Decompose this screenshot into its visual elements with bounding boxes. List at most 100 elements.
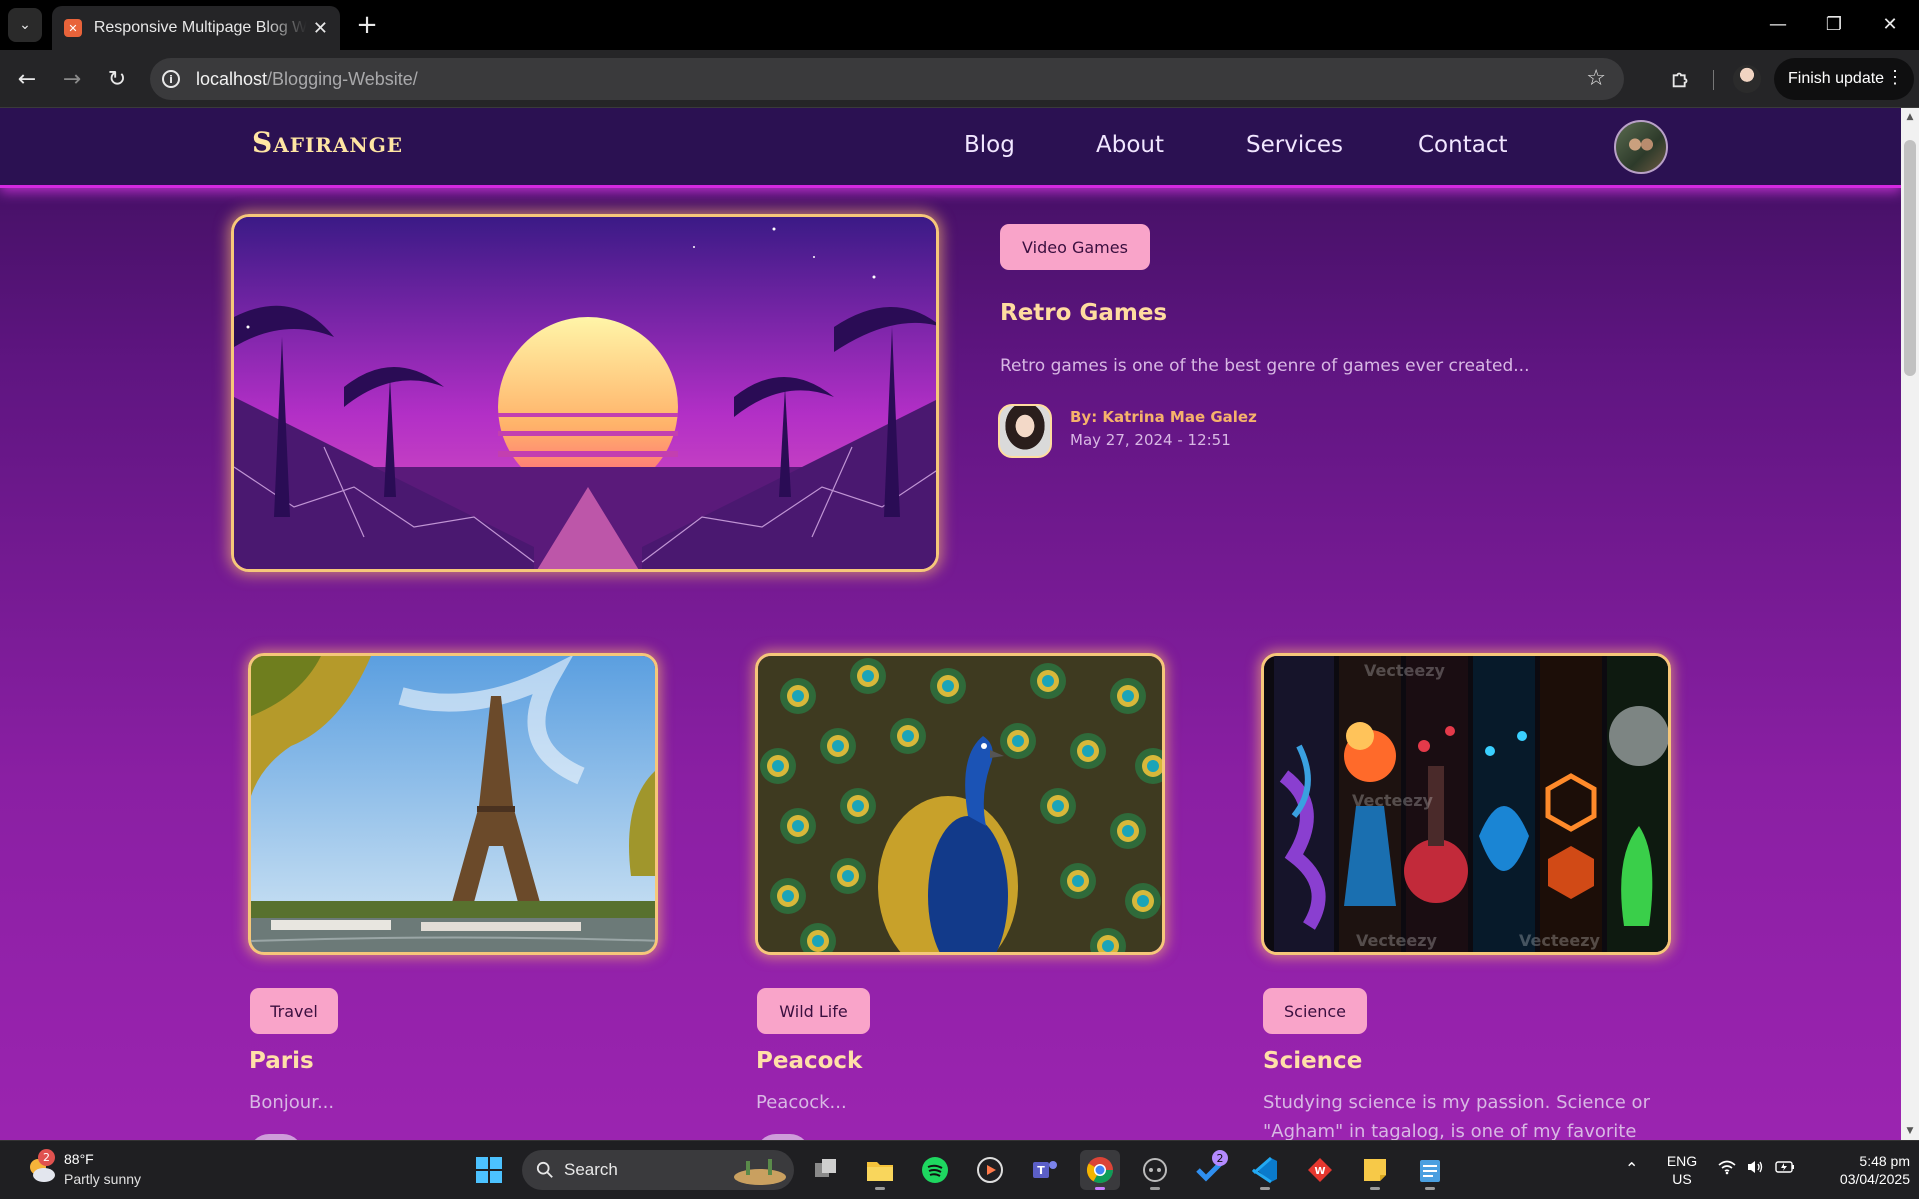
volume-icon[interactable] [1746, 1159, 1764, 1179]
post-image-peacock[interactable] [755, 653, 1165, 955]
windows-taskbar: 2 88°F Partly sunny Search T 2 W ⌃ ENG U… [0, 1140, 1919, 1199]
post-image-paris[interactable] [248, 653, 658, 955]
post-image-science[interactable]: Vecteezy Vecteezy Vecteezy Vecteezy [1261, 653, 1671, 955]
vecteezy-watermark: Vecteezy [1364, 661, 1446, 680]
minimize-icon[interactable]: — [1758, 8, 1798, 40]
wps-office-icon[interactable]: W [1300, 1150, 1340, 1190]
page-scrollbar[interactable]: ▲ ▼ [1901, 108, 1919, 1140]
address-bar[interactable]: i localhost/Blogging-Website/ ☆ [150, 58, 1624, 100]
running-indicator [1260, 1187, 1270, 1190]
category-badge-video-games[interactable]: Video Games [1000, 224, 1150, 270]
user-profile-avatar[interactable] [1614, 120, 1668, 174]
page-viewport: Safirange Blog About Services Contact Vi… [0, 108, 1919, 1140]
weather-temperature[interactable]: 88°F [64, 1151, 94, 1167]
post-excerpt-science: Studying science is my passion. Science … [1263, 1088, 1650, 1140]
post-excerpt-peacock: Peacock... [756, 1092, 847, 1113]
browser-tab-active[interactable]: ✕ Responsive Multipage Blog Website ✕ [52, 6, 340, 50]
sticky-notes-icon[interactable] [1355, 1150, 1395, 1190]
clock-date: 03/04/2025 [1839, 1171, 1910, 1187]
wifi-icon[interactable] [1718, 1159, 1736, 1179]
windows-start-icon[interactable] [469, 1150, 509, 1190]
vecteezy-watermark: Vecteezy [1519, 931, 1601, 950]
taskbar-search-label: Search [564, 1160, 618, 1179]
vscode-icon[interactable] [1245, 1150, 1285, 1190]
notepad-icon[interactable] [1410, 1150, 1450, 1190]
svg-text:W: W [1314, 1166, 1325, 1177]
forward-arrow-icon[interactable]: → [55, 62, 89, 96]
spotify-icon[interactable] [915, 1150, 955, 1190]
region-code: US [1672, 1171, 1692, 1187]
system-clock[interactable]: 5:48 pm 03/04/2025 [1810, 1152, 1910, 1188]
toolbar-separator [1713, 70, 1714, 90]
browser-toolbar: ← → ↻ i localhost/Blogging-Website/ ☆ Fi… [0, 50, 1919, 108]
back-arrow-icon[interactable]: ← [10, 62, 44, 96]
browser-profile-avatar[interactable] [1733, 65, 1761, 93]
nav-link-contact[interactable]: Contact [1418, 132, 1507, 158]
tab-title: Responsive Multipage Blog Website [93, 19, 307, 36]
clock-time: 5:48 pm [1859, 1153, 1910, 1169]
site-logo[interactable]: Safirange [252, 126, 403, 159]
browser-tab-strip: ⌄ ✕ Responsive Multipage Blog Website ✕ … [0, 0, 1919, 50]
scroll-down-arrow-icon[interactable]: ▼ [1901, 1122, 1919, 1140]
nav-link-blog[interactable]: Blog [964, 132, 1015, 158]
running-indicator [1150, 1187, 1160, 1190]
category-badge-science[interactable]: Science [1263, 988, 1367, 1034]
post-date: May 27, 2024 - 12:51 [1070, 431, 1231, 449]
search-highlight-image-icon [734, 1159, 786, 1185]
media-player-icon[interactable] [970, 1150, 1010, 1190]
post-excerpt-science-line2: "Agham" in tagalog, is one of my favorit… [1263, 1121, 1637, 1140]
more-menu-icon[interactable]: ⋮ [1886, 67, 1904, 88]
vecteezy-watermark: Vecteezy [1352, 791, 1434, 810]
featured-post-title[interactable]: Retro Games [1000, 300, 1167, 326]
taskbar-search-box[interactable]: Search [522, 1150, 794, 1190]
weather-notification-badge: 2 [38, 1149, 55, 1166]
battery-charging-icon[interactable] [1775, 1159, 1795, 1179]
file-explorer-icon[interactable] [860, 1150, 900, 1190]
xampp-favicon-icon: ✕ [64, 19, 82, 37]
task-view-icon[interactable] [806, 1150, 846, 1190]
search-icon [536, 1161, 553, 1178]
nav-link-services[interactable]: Services [1246, 132, 1343, 158]
category-badge-wild-life[interactable]: Wild Life [757, 988, 870, 1034]
running-indicator [875, 1187, 885, 1190]
author-avatar [998, 404, 1052, 458]
microsoft-teams-icon[interactable]: T [1025, 1150, 1065, 1190]
microsoft-todo-icon[interactable]: 2 [1190, 1150, 1230, 1190]
scroll-up-arrow-icon[interactable]: ▲ [1901, 108, 1919, 126]
post-title-science[interactable]: Science [1263, 1048, 1362, 1074]
tab-search-chevron-icon[interactable]: ⌄ [8, 8, 42, 42]
vecteezy-watermark: Vecteezy [1356, 931, 1438, 950]
extensions-puzzle-icon[interactable] [1664, 62, 1698, 96]
weather-condition[interactable]: Partly sunny [64, 1171, 141, 1187]
post-title-paris[interactable]: Paris [249, 1048, 314, 1074]
running-indicator [1370, 1187, 1380, 1190]
post-title-peacock[interactable]: Peacock [756, 1048, 862, 1074]
new-tab-plus-icon[interactable]: + [352, 10, 382, 40]
finish-update-button[interactable]: Finish update ⋮ [1774, 58, 1914, 100]
nav-link-about[interactable]: About [1096, 132, 1164, 158]
bookmark-star-icon[interactable]: ☆ [1586, 66, 1606, 91]
github-copilot-icon[interactable] [1135, 1150, 1175, 1190]
site-info-icon[interactable]: i [150, 70, 192, 88]
svg-text:T: T [1037, 1164, 1045, 1177]
post-excerpt-paris: Bonjour... [249, 1092, 335, 1113]
todo-badge: 2 [1212, 1150, 1228, 1166]
close-tab-icon[interactable]: ✕ [313, 18, 328, 39]
running-indicator [1095, 1187, 1105, 1190]
site-header: Safirange Blog About Services Contact [0, 108, 1901, 188]
chrome-icon[interactable] [1080, 1150, 1120, 1190]
tray-overflow-chevron-icon[interactable]: ⌃ [1625, 1159, 1638, 1178]
restore-icon[interactable]: ❐ [1814, 8, 1854, 40]
reload-icon[interactable]: ↻ [100, 62, 134, 96]
featured-post-image[interactable] [231, 214, 939, 572]
category-badge-travel[interactable]: Travel [250, 988, 338, 1034]
finish-update-label: Finish update [1788, 70, 1885, 87]
scrollbar-thumb[interactable] [1904, 140, 1916, 376]
author-name: By: Katrina Mae Galez [1070, 408, 1257, 426]
close-window-icon[interactable]: ✕ [1870, 8, 1910, 40]
language-indicator[interactable]: ENG US [1662, 1152, 1702, 1188]
language-code: ENG [1666, 1153, 1698, 1169]
url-host: localhost [196, 68, 268, 89]
post-excerpt-science-line1: Studying science is my passion. Science … [1263, 1092, 1650, 1113]
featured-post-excerpt: Retro games is one of the best genre of … [1000, 356, 1530, 376]
